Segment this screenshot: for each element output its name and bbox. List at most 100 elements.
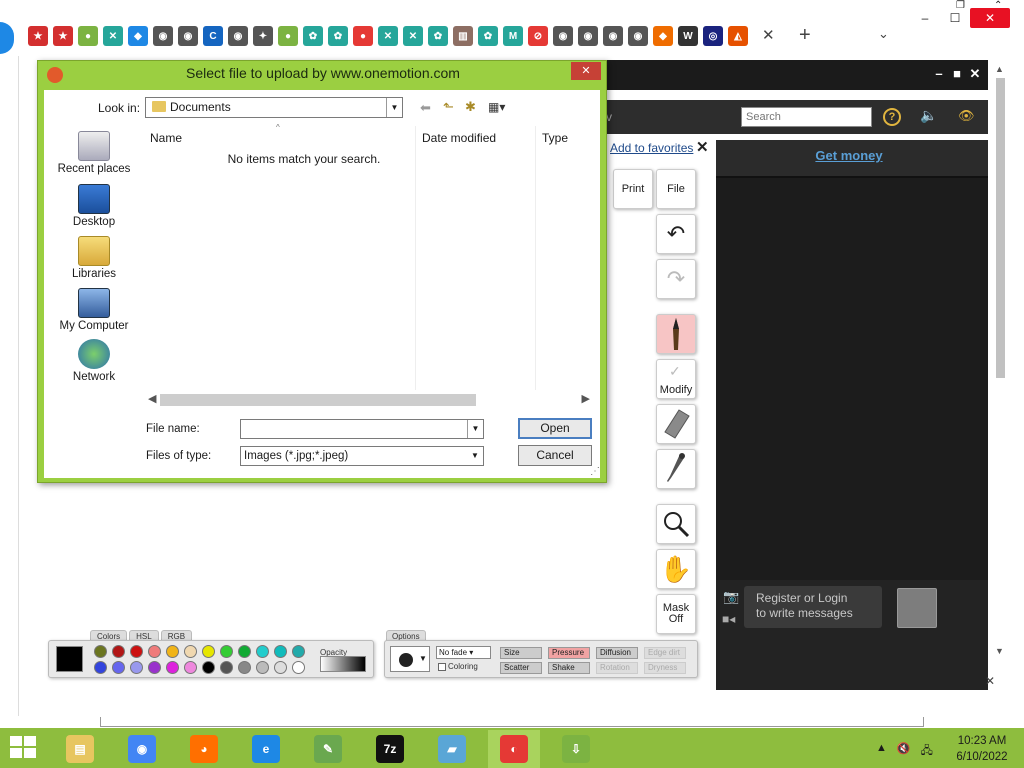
register-login-prompt[interactable]: Register or Login to write messages — [744, 586, 882, 628]
color-swatch[interactable] — [94, 645, 107, 658]
x-icon[interactable]: ✕ — [103, 26, 123, 46]
taskbar-notebook[interactable]: ▰ — [426, 730, 478, 768]
taskbar-internet-explorer[interactable]: e — [240, 730, 292, 768]
brush-preview[interactable]: ▼ — [390, 646, 430, 672]
globe-icon[interactable]: ◉ — [553, 26, 573, 46]
page-vertical-scrollbar[interactable]: ▲ ▼ — [993, 64, 1007, 656]
color-swatch[interactable] — [202, 661, 215, 674]
scroll-up-icon[interactable]: ▲ — [995, 64, 1004, 74]
hand-tool-button[interactable]: ✋ — [656, 549, 696, 589]
color-swatch[interactable] — [202, 645, 215, 658]
x-icon[interactable]: ✕ — [378, 26, 398, 46]
place-my-computer[interactable]: My Computer — [52, 288, 136, 332]
dryness-option[interactable]: Dryness — [644, 662, 686, 674]
color-swatch[interactable] — [256, 661, 269, 674]
color-swatch[interactable] — [112, 661, 125, 674]
search-input[interactable]: Search — [741, 107, 872, 127]
send-button[interactable] — [897, 588, 937, 628]
scroll-down-icon[interactable]: ▼ — [995, 646, 1004, 656]
color-swatch[interactable] — [166, 661, 179, 674]
print-button[interactable]: Print — [613, 169, 653, 209]
file-button[interactable]: File — [656, 169, 696, 209]
scroll-left-icon[interactable]: ◀ — [148, 392, 156, 405]
taskbar-7zip[interactable]: 7z — [364, 730, 416, 768]
opacity-slider[interactable] — [320, 656, 366, 672]
minimize-button[interactable]: – — [910, 8, 940, 28]
up-folder-icon[interactable]: ⬑ — [443, 99, 454, 115]
shake-option[interactable]: Shake — [548, 662, 590, 674]
color-swatch[interactable] — [220, 661, 233, 674]
taskbar-chrome[interactable]: ◉ — [116, 730, 168, 768]
scroll-right-icon[interactable]: ▶ — [582, 392, 590, 405]
new-tab-button[interactable]: + — [799, 24, 811, 46]
mask-off-button[interactable]: Mask Off — [656, 594, 696, 634]
eraser-tool-button[interactable] — [656, 404, 696, 444]
redo-button[interactable]: ↷ — [656, 259, 696, 299]
bookmark-icon[interactable]: ★ — [53, 26, 73, 46]
camera-icon[interactable]: 📷 — [723, 589, 739, 605]
close-window-button[interactable]: ✕ — [970, 8, 1010, 28]
globe-icon[interactable]: ◉ — [628, 26, 648, 46]
diamond-icon[interactable]: ◆ — [128, 26, 148, 46]
color-swatch[interactable] — [94, 661, 107, 674]
color-swatch[interactable] — [274, 645, 287, 658]
brush-tool-button[interactable] — [656, 314, 696, 354]
gear-icon[interactable]: ✿ — [478, 26, 498, 46]
chrome-icon[interactable]: ◉ — [153, 26, 173, 46]
taskbar-onemotion[interactable]: ◐ — [488, 730, 540, 768]
gear-icon[interactable]: ✿ — [428, 26, 448, 46]
leaf-icon[interactable]: ● — [78, 26, 98, 46]
bookmark-icon[interactable]: ★ — [28, 26, 48, 46]
video-icon[interactable]: ■◂ — [722, 612, 735, 626]
undo-button[interactable]: ↶ — [656, 214, 696, 254]
clock[interactable]: 10:23 AM 6/10/2022 — [950, 733, 1014, 765]
scatter-option[interactable]: Scatter — [500, 662, 542, 674]
coloring-checkbox[interactable]: Coloring — [438, 662, 478, 671]
visibility-icon[interactable]: 👁 — [958, 108, 975, 124]
place-desktop[interactable]: Desktop — [52, 184, 136, 228]
puzzle-icon[interactable]: ✦ — [253, 26, 273, 46]
color-swatch[interactable] — [220, 645, 233, 658]
fox-icon[interactable]: ◭ — [728, 26, 748, 46]
color-swatch[interactable] — [184, 645, 197, 658]
volume-muted-icon[interactable]: 🔇 — [897, 742, 911, 761]
color-swatch[interactable] — [130, 661, 143, 674]
color-swatch[interactable] — [238, 645, 251, 658]
color-swatch[interactable] — [148, 645, 161, 658]
c-icon[interactable]: C — [203, 26, 223, 46]
tab-search-chevron-icon[interactable]: ⌄ — [878, 26, 889, 42]
onemotion-icon[interactable]: ● — [353, 26, 373, 46]
favorites-close-icon[interactable]: ✕ — [696, 138, 709, 156]
new-folder-icon[interactable]: ✱ — [465, 99, 476, 115]
globe-icon[interactable]: ◉ — [603, 26, 623, 46]
color-swatch[interactable] — [166, 645, 179, 658]
modify-button[interactable]: ✓ Modify — [656, 359, 696, 399]
size-option[interactable]: Size — [500, 647, 542, 659]
hscroll-thumb[interactable] — [160, 394, 476, 406]
sound-icon[interactable]: 🔈 — [920, 107, 937, 124]
app-close-button[interactable]: ✕ — [968, 66, 982, 82]
column-date-modified[interactable]: Date modified — [422, 131, 496, 145]
gear-icon[interactable]: ✿ — [303, 26, 323, 46]
diamond-icon[interactable]: ◆ — [653, 26, 673, 46]
tab-close-icon[interactable]: ✕ — [762, 26, 776, 46]
fade-select[interactable]: No fade ▾ — [436, 646, 491, 659]
dialog-close-button[interactable]: ✕ — [571, 62, 601, 80]
eyedropper-tool-button[interactable] — [656, 449, 696, 489]
rotation-option[interactable]: Rotation — [596, 662, 638, 674]
taskbar-downloader[interactable]: ⇩ — [550, 730, 602, 768]
color-swatch[interactable] — [184, 661, 197, 674]
app-minimize-button[interactable]: – — [932, 66, 946, 82]
network-icon[interactable]: 🖧 — [921, 742, 933, 761]
edge-dirt-option[interactable]: Edge dirt — [644, 647, 686, 659]
diffusion-option[interactable]: Diffusion — [596, 647, 638, 659]
color-swatch[interactable] — [292, 661, 305, 674]
m-icon[interactable]: M — [503, 26, 523, 46]
taskbar-notepad-plus[interactable]: ✎ — [302, 730, 354, 768]
zoom-tool-button[interactable] — [656, 504, 696, 544]
place-network[interactable]: Network — [52, 339, 136, 383]
place-libraries[interactable]: Libraries — [52, 236, 136, 280]
building-icon[interactable]: ▥ — [453, 26, 473, 46]
pressure-option[interactable]: Pressure — [548, 647, 590, 659]
maximize-button[interactable]: ☐ — [940, 8, 970, 28]
